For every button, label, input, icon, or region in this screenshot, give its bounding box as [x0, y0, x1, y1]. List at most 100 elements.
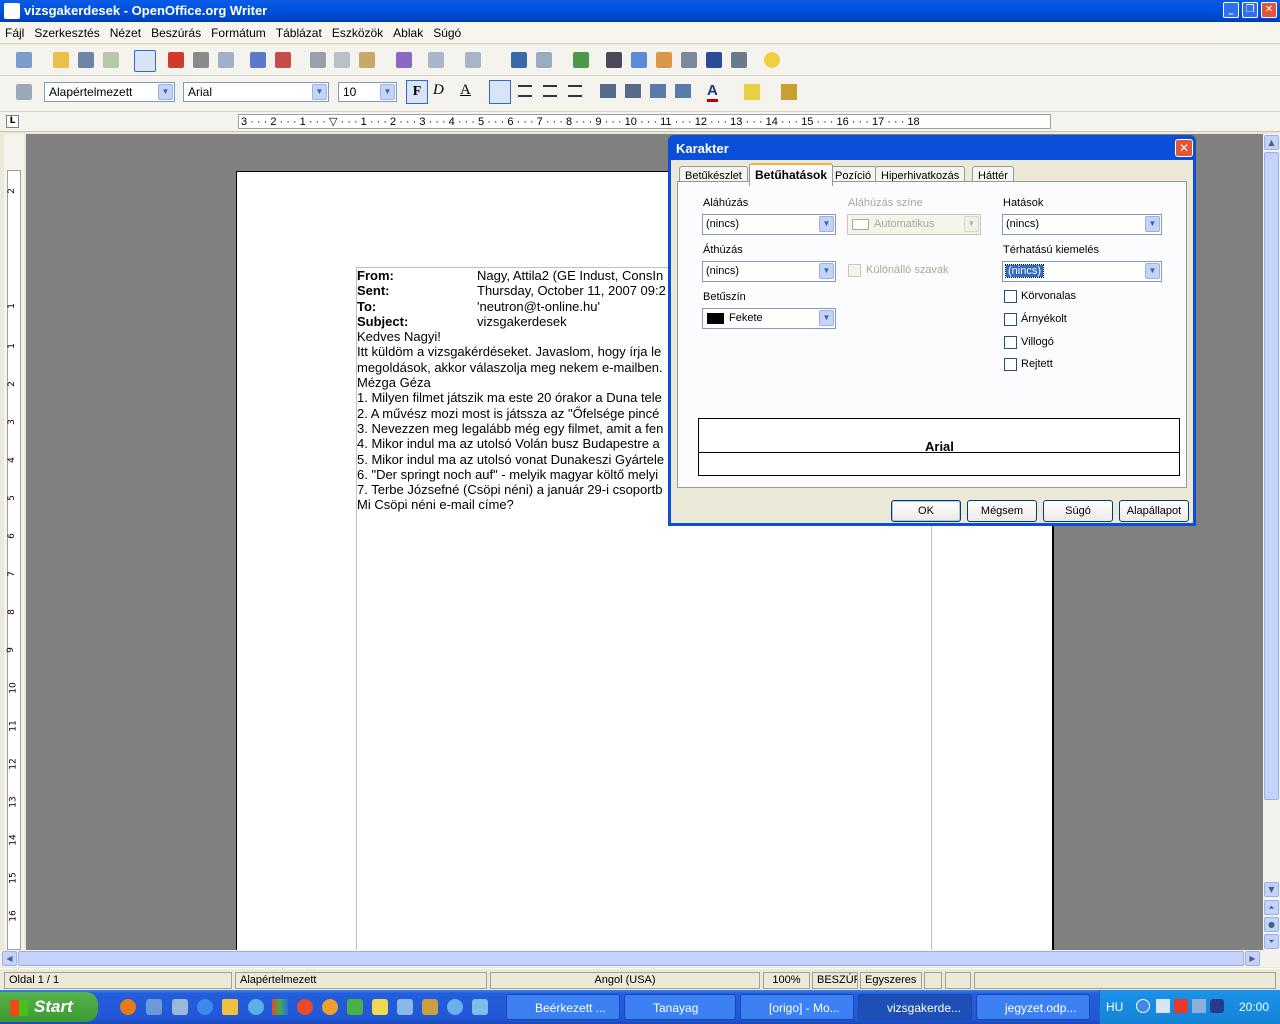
tray-app-icon[interactable] [1192, 999, 1206, 1013]
underline-select[interactable]: (nincs) ▼ [702, 214, 836, 235]
document-text[interactable]: From: Nagy, Attila2 (GE Indust, ConsIn Se… [357, 268, 672, 513]
quicklaunch-icon[interactable] [248, 999, 264, 1015]
cut-icon[interactable] [310, 52, 326, 68]
maximize-button[interactable]: ❐ [1242, 2, 1258, 18]
undo-icon[interactable] [428, 52, 444, 68]
cancel-button[interactable]: Mégsem [967, 500, 1037, 522]
task-inbox[interactable]: Beérkezett ... [506, 994, 620, 1020]
navigator-icon[interactable] [631, 52, 647, 68]
align-right-icon[interactable] [543, 85, 557, 97]
horizontal-scrollbar[interactable]: ◀ ▶ [0, 950, 1280, 967]
scroll-right-icon[interactable]: ▶ [1245, 951, 1260, 966]
menu-file[interactable]: Fájl [0, 22, 29, 44]
font-color-select[interactable]: Fekete ▼ [702, 308, 836, 329]
print-preview-icon[interactable] [218, 52, 234, 68]
find-replace-icon[interactable] [606, 52, 622, 68]
scroll-up-icon[interactable]: ▲ [1264, 135, 1279, 150]
tray-network-icon[interactable] [1156, 999, 1170, 1013]
zoom-icon[interactable] [731, 52, 747, 68]
tray-expand-icon[interactable] [1136, 999, 1150, 1013]
quicklaunch-icon[interactable] [472, 999, 488, 1015]
styles-icon[interactable] [16, 84, 32, 100]
menu-window[interactable]: Ablak [388, 22, 428, 44]
status-selection-mode[interactable]: Egyszeres [860, 972, 922, 989]
scroll-thumb[interactable] [1264, 152, 1279, 800]
quicklaunch-icon[interactable] [397, 999, 413, 1015]
folder-icon[interactable] [222, 999, 238, 1015]
task-vizsgakerdesek[interactable]: vizsgakerde... [858, 994, 972, 1020]
table-icon[interactable] [536, 52, 552, 68]
increase-indent-icon[interactable] [675, 84, 691, 98]
task-tananyag[interactable]: Tanayag [624, 994, 736, 1020]
menu-insert[interactable]: Beszúrás [146, 22, 206, 44]
blinking-checkbox[interactable] [1004, 336, 1017, 349]
paste-icon[interactable] [359, 52, 375, 68]
font-color-icon[interactable]: A [707, 82, 718, 102]
window-titlebar[interactable]: vizsgakerdesek - OpenOffice.org Writer _… [0, 0, 1280, 22]
menu-table[interactable]: Táblázat [271, 22, 327, 44]
minimize-button[interactable]: _ [1223, 2, 1239, 18]
background-color-icon[interactable] [781, 84, 797, 100]
status-page-style[interactable]: Alapértelmezett [235, 972, 487, 989]
copy-icon[interactable] [334, 52, 350, 68]
open-icon[interactable] [53, 52, 69, 68]
outline-checkbox[interactable] [1004, 290, 1017, 303]
menu-help[interactable]: Súgó [428, 22, 466, 44]
quicklaunch-icon[interactable] [447, 999, 463, 1015]
relief-select[interactable]: (nincs) ▼ [1002, 261, 1162, 282]
align-center-icon[interactable] [518, 85, 532, 97]
decrease-indent-icon[interactable] [650, 84, 666, 98]
menu-edit[interactable]: Szerkesztés [29, 22, 104, 44]
dialog-close-button[interactable]: ✕ [1175, 139, 1193, 157]
quicklaunch-icon[interactable] [272, 999, 288, 1015]
status-zoom[interactable]: 100% [763, 972, 810, 989]
show-draw-icon[interactable] [573, 52, 589, 68]
hyperlink-icon[interactable] [511, 52, 527, 68]
font-size-select[interactable]: 10 ▼ [338, 82, 397, 102]
navigation-icon[interactable]: ● [1264, 917, 1279, 932]
next-page-icon[interactable]: ⏷ [1264, 934, 1279, 949]
save-icon[interactable] [78, 52, 94, 68]
horizontal-ruler[interactable]: L 3 · · · 2 · · · 1 · · · ▽ · · · 1 · · … [0, 112, 1280, 132]
align-left-icon[interactable] [489, 80, 511, 104]
reset-button[interactable]: Alapállapot [1119, 500, 1189, 522]
language-indicator[interactable]: HU [1106, 1000, 1123, 1014]
bullets-icon[interactable] [625, 84, 641, 98]
menu-format[interactable]: Formátum [206, 22, 271, 44]
quicklaunch-icon[interactable] [372, 999, 388, 1015]
menu-view[interactable]: Nézet [105, 22, 146, 44]
paragraph-style-select[interactable]: Alapértelmezett ▼ [44, 82, 175, 102]
quicklaunch-icon[interactable] [322, 999, 338, 1015]
pilcrow-icon[interactable] [706, 52, 722, 68]
font-name-select[interactable]: Arial ▼ [183, 82, 329, 102]
quicklaunch-icon[interactable] [297, 999, 313, 1015]
task-origo[interactable]: [origo] - Mo... [740, 994, 854, 1020]
edit-mode-icon[interactable] [134, 50, 156, 72]
gallery-icon[interactable] [656, 52, 672, 68]
tab-font-effects[interactable]: Betűhatások [749, 163, 834, 186]
print-icon[interactable] [193, 52, 209, 68]
underline-color-select[interactable]: Automatikus ▼ [847, 214, 981, 235]
tray-security-icon[interactable] [1210, 999, 1224, 1013]
quicklaunch-icon[interactable] [197, 999, 213, 1015]
new-icon[interactable] [16, 52, 32, 68]
format-paintbrush-icon[interactable] [396, 52, 412, 68]
numbering-icon[interactable] [600, 84, 616, 98]
email-icon[interactable] [103, 52, 119, 68]
close-button[interactable]: ✕ [1261, 2, 1277, 18]
spellcheck-icon[interactable] [250, 52, 266, 68]
redo-icon[interactable] [465, 52, 481, 68]
justify-icon[interactable] [568, 85, 582, 97]
scroll-left-icon[interactable]: ◀ [2, 951, 17, 966]
tray-app-icon[interactable] [1174, 999, 1188, 1013]
help-icon[interactable] [764, 52, 780, 68]
firefox-icon[interactable] [120, 999, 136, 1015]
quicklaunch-icon[interactable] [172, 999, 188, 1015]
tab-type-icon[interactable]: L [6, 115, 19, 128]
autospell-icon[interactable] [275, 52, 291, 68]
ok-button[interactable]: OK [891, 500, 961, 522]
quicklaunch-icon[interactable] [146, 999, 162, 1015]
scroll-down-icon[interactable]: ▼ [1264, 882, 1279, 897]
help-button[interactable]: Súgó [1043, 500, 1113, 522]
datasources-icon[interactable] [681, 52, 697, 68]
